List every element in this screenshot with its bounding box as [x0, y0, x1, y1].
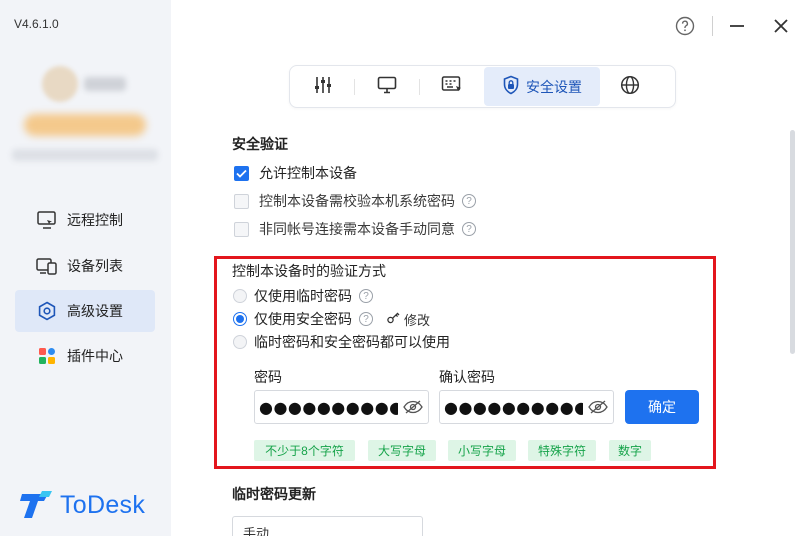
todesk-logo: ToDesk	[20, 488, 145, 523]
edit-password-link[interactable]: 修改	[387, 310, 430, 329]
password-input[interactable]: ●●●●●●●●●●●●●●●	[254, 390, 429, 424]
option-verify-system-password[interactable]: 控制本设备需校验本机系统密码 ?	[234, 191, 476, 211]
scrollbar[interactable]	[790, 130, 795, 354]
option-manual-approval[interactable]: 非同帐号连接需本设备手动同意 ?	[234, 219, 476, 239]
allow-control-label: 允许控制本设备	[259, 165, 357, 181]
devices-icon	[36, 255, 58, 277]
close-button[interactable]	[766, 12, 796, 42]
hexagon-settings-icon	[36, 300, 58, 322]
sidebar-item-label: 高级设置	[67, 303, 123, 319]
tab-security-label: 安全设置	[526, 78, 582, 95]
rule-uppercase-badge: 大写字母	[368, 440, 436, 461]
close-icon	[772, 17, 790, 38]
radio-secure-password-only[interactable]: 仅使用安全密码 ? 修改	[233, 309, 430, 329]
logo-text: ToDesk	[60, 491, 146, 519]
tab-security-settings[interactable]: 安全设置	[484, 67, 600, 106]
help-icon[interactable]: ?	[359, 312, 373, 326]
confirm-password-input[interactable]: ●●●●●●●●●●●●●	[439, 390, 614, 424]
secure-password-only-radio[interactable]	[233, 312, 247, 326]
manual-approval-label: 非同帐号连接需本设备手动同意	[259, 221, 455, 237]
user-info-blurred	[12, 149, 158, 161]
globe-icon	[620, 75, 640, 98]
password-value: ●●●●●●●●●●●●●●●	[259, 397, 398, 417]
sidebar-item-device-list[interactable]: 设备列表	[15, 245, 155, 287]
monitor-icon	[377, 76, 397, 97]
keyboard-cursor-icon	[441, 75, 463, 98]
plugins-icon	[36, 345, 58, 367]
eye-off-icon[interactable]	[398, 400, 428, 414]
sidebar-item-label: 远程控制	[67, 212, 123, 228]
temp-password-update-select[interactable]: 手动	[232, 516, 423, 536]
confirm-button[interactable]: 确定	[625, 390, 699, 424]
rule-lowercase-badge: 小写字母	[448, 440, 516, 461]
sidebar: V4.6.1.0 远程控制 设备列表 高级设置 插件中心 ToDesk	[0, 0, 171, 536]
help-icon[interactable]: ?	[359, 289, 373, 303]
minimize-button[interactable]	[722, 12, 752, 42]
edit-label: 修改	[404, 312, 431, 328]
allow-control-checkbox[interactable]	[234, 165, 249, 181]
verify-method-title-text: 控制本设备时的验证方式	[232, 263, 386, 279]
tab-display[interactable]	[355, 67, 419, 106]
avatar[interactable]	[42, 66, 78, 102]
sidebar-item-label: 设备列表	[67, 258, 123, 274]
tab-network[interactable]	[600, 67, 660, 106]
temp-password-section-title: 临时密码更新	[232, 486, 316, 502]
radio-temp-password-only[interactable]: 仅使用临时密码 ?	[233, 286, 373, 306]
version-label: V4.6.1.0	[14, 17, 59, 31]
monitor-remote-icon	[36, 209, 58, 231]
verify-method-title: 控制本设备时的验证方式	[232, 261, 386, 281]
help-icon	[675, 16, 695, 39]
radio-both-passwords[interactable]: 临时密码和安全密码都可以使用	[233, 332, 450, 352]
help-icon[interactable]: ?	[462, 194, 476, 208]
temp-password-only-label: 仅使用临时密码	[254, 288, 352, 304]
both-passwords-label: 临时密码和安全密码都可以使用	[254, 334, 450, 350]
rule-digit-badge: 数字	[609, 440, 651, 461]
sidebar-item-plugin-center[interactable]: 插件中心	[15, 335, 155, 377]
user-name-blurred	[84, 77, 126, 91]
both-passwords-radio[interactable]	[233, 335, 247, 349]
verify-system-password-label: 控制本设备需校验本机系统密码	[259, 193, 455, 209]
key-icon	[387, 312, 401, 327]
security-section-title: 安全验证	[232, 136, 288, 152]
todesk-logo-icon	[20, 488, 54, 523]
shield-lock-icon	[502, 75, 520, 98]
window-controls-divider	[712, 16, 713, 36]
help-icon[interactable]: ?	[462, 222, 476, 236]
sliders-icon	[313, 75, 333, 98]
verify-system-password-checkbox[interactable]	[234, 193, 249, 209]
eye-off-icon[interactable]	[583, 400, 613, 414]
minimize-icon	[728, 17, 746, 38]
rule-special-char-badge: 特殊字符	[528, 440, 596, 461]
sidebar-item-label: 插件中心	[67, 348, 123, 364]
settings-tab-bar: 安全设置	[289, 65, 676, 108]
help-button[interactable]	[670, 12, 700, 42]
manual-approval-checkbox[interactable]	[234, 221, 249, 237]
password-label: 密码	[254, 369, 282, 385]
tab-input[interactable]	[420, 67, 484, 106]
sidebar-item-advanced-settings[interactable]: 高级设置	[15, 290, 155, 332]
confirm-password-label: 确认密码	[439, 369, 495, 385]
user-badge-blurred[interactable]	[24, 114, 146, 136]
temp-password-only-radio[interactable]	[233, 289, 247, 303]
confirm-password-value: ●●●●●●●●●●●●●	[444, 397, 583, 417]
sidebar-item-remote-control[interactable]: 远程控制	[15, 199, 155, 241]
rule-min-length-badge: 不少于8个字符	[254, 440, 355, 461]
secure-password-only-label: 仅使用安全密码	[254, 311, 352, 327]
option-allow-control[interactable]: 允许控制本设备	[234, 163, 357, 183]
tab-general[interactable]	[292, 67, 354, 106]
